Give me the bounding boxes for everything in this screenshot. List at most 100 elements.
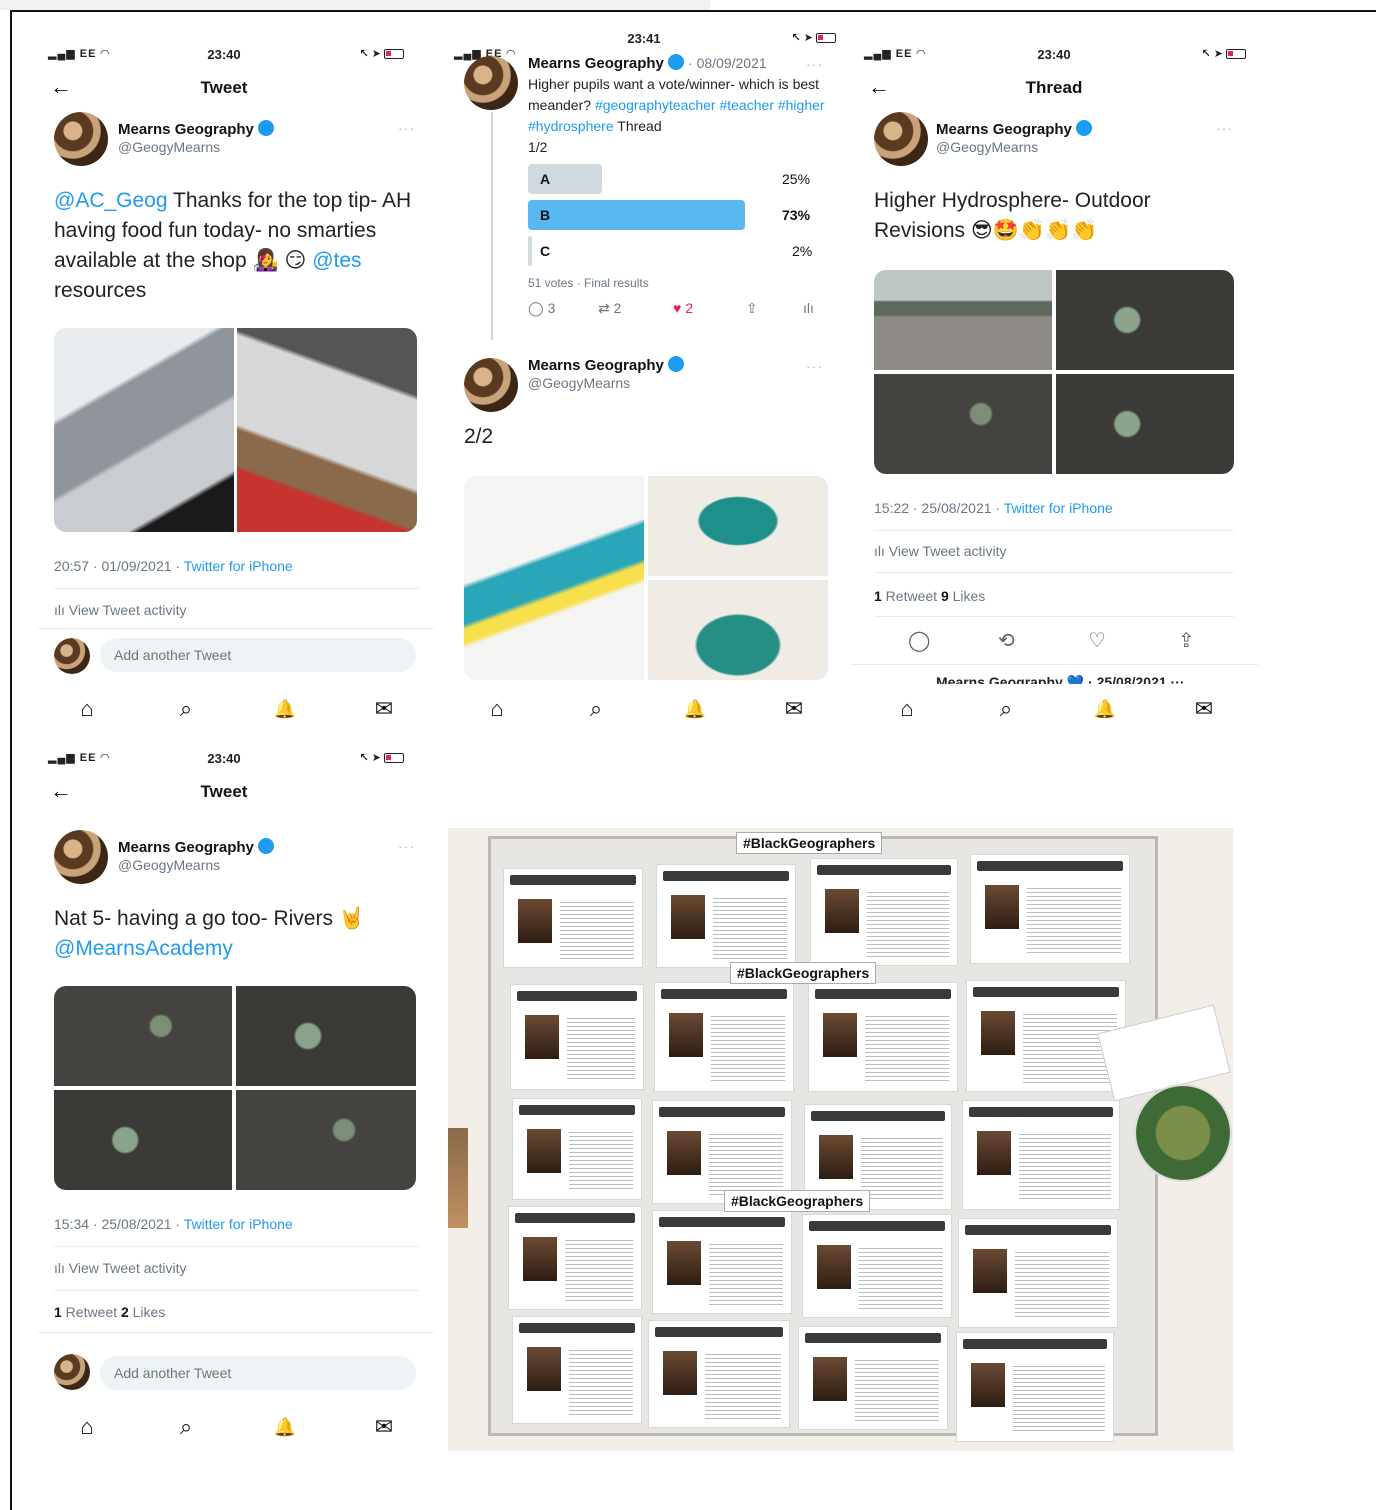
more-options-icon[interactable]: ···: [1216, 120, 1233, 136]
tweet-body-tail: resources: [54, 279, 147, 302]
share-icon[interactable]: ⇪: [1178, 628, 1195, 653]
avatar[interactable]: [54, 112, 108, 166]
source-link[interactable]: Twitter for iPhone: [1004, 500, 1113, 516]
engagement-counts[interactable]: 1 Retweet 9 Likes: [874, 588, 985, 604]
view-activity-link[interactable]: ılı View Tweet activity: [874, 543, 1007, 559]
author-handle[interactable]: @GeogyMearns: [118, 139, 220, 155]
board-hashtag-label: #BlackGeographers: [730, 962, 877, 984]
search-icon[interactable]: ⌕: [171, 1412, 201, 1442]
mention-link[interactable]: @AC_Geog: [54, 189, 168, 212]
mention-link[interactable]: @MearnsAcademy: [54, 937, 233, 960]
poll-option-a: A: [528, 164, 602, 194]
verified-badge-icon: [257, 838, 274, 854]
clock: 23:40: [1037, 47, 1071, 62]
bell-icon[interactable]: 🔔: [270, 1412, 300, 1442]
tweet-body: Nat 5- having a go too- Rivers 🤘: [54, 907, 365, 930]
reply-icon[interactable]: ◯ 3: [528, 300, 555, 317]
author-name[interactable]: Mearns Geography: [528, 356, 684, 374]
mention-link[interactable]: @tes: [312, 249, 361, 272]
poster: [970, 854, 1130, 964]
battery-icon: ↖ ➤: [791, 31, 836, 44]
author-name[interactable]: Mearns Geography · 08/09/2021: [528, 54, 767, 72]
tweet-photo-chalk-3[interactable]: [1056, 374, 1234, 474]
home-icon[interactable]: ⌂: [482, 694, 512, 724]
round-badge: [1134, 1084, 1232, 1182]
search-icon[interactable]: ⌕: [581, 694, 611, 724]
home-icon[interactable]: ⌂: [72, 694, 102, 724]
bottom-tab-bar: ⌂ ⌕ 🔔 ✉: [850, 688, 1258, 728]
more-options-icon[interactable]: ···: [398, 838, 415, 854]
verified-badge-icon: [257, 120, 274, 136]
avatar[interactable]: [874, 112, 928, 166]
tweet-photo-laptop[interactable]: [54, 328, 234, 532]
analytics-icon[interactable]: ılı: [803, 300, 814, 316]
avatar-small: [54, 1354, 90, 1390]
bottom-tab-bar: ⌂ ⌕ 🔔 ✉: [440, 688, 848, 728]
home-icon[interactable]: ⌂: [892, 694, 922, 724]
author-handle[interactable]: @GeogyMearns: [528, 375, 630, 391]
bell-icon[interactable]: 🔔: [1090, 694, 1120, 724]
poll-pct-b: 73%: [782, 207, 811, 223]
top-nav: ← Thread: [850, 72, 1258, 106]
board-hashtag-label: #BlackGeographers: [724, 1190, 871, 1212]
tweet-photo-desk[interactable]: [237, 328, 417, 532]
add-tweet-input[interactable]: Add another Tweet: [100, 638, 416, 672]
top-gray-strip: [0, 0, 710, 10]
page-title: Tweet: [200, 78, 248, 97]
share-icon[interactable]: ⇪: [746, 300, 758, 317]
poll-option-b: B: [528, 200, 745, 230]
search-icon[interactable]: ⌕: [991, 694, 1021, 724]
avatar[interactable]: [464, 56, 518, 110]
mail-icon[interactable]: ✉: [369, 694, 399, 724]
author-name[interactable]: Mearns Geography: [936, 120, 1092, 138]
tweet-photo-meander-top[interactable]: [648, 476, 828, 576]
tweet-photo-chalk-c[interactable]: [236, 1090, 416, 1190]
bottom-tab-bar: ⌂ ⌕ 🔔 ✉: [14, 1406, 434, 1446]
phone-screen-poll: ▂▄▆ EE ◠ 23:41 ↖ ➤ Mearns Geography · 08…: [440, 14, 848, 734]
poster: [508, 1206, 642, 1310]
mail-icon[interactable]: ✉: [779, 694, 809, 724]
retweet-icon[interactable]: ⇄ 2: [598, 300, 621, 317]
author-handle[interactable]: @GeogyMearns: [936, 139, 1038, 155]
view-activity-link[interactable]: ılı View Tweet activity: [54, 1260, 187, 1276]
poster: [802, 1214, 952, 1318]
tweet-text: Higher pupils want a vote/winner- which …: [528, 74, 833, 158]
avatar[interactable]: [54, 830, 108, 884]
poll-pct-a: 25%: [782, 171, 811, 187]
divider: [850, 664, 1258, 665]
author-name[interactable]: Mearns Geography: [118, 120, 274, 138]
view-activity-link[interactable]: ılı View Tweet activity: [54, 602, 187, 618]
bell-icon[interactable]: 🔔: [270, 694, 300, 724]
tweet-photo-meander-bottom[interactable]: [648, 580, 828, 680]
next-tweet-preview[interactable]: Mearns Geography 💙 · 25/08/2021 ···: [936, 674, 1185, 684]
author-name[interactable]: Mearns Geography: [118, 838, 274, 856]
tweet-photo-chalk-1[interactable]: [1056, 270, 1234, 370]
reply-icon[interactable]: ◯: [908, 628, 930, 653]
tweet-photo-chalk-a[interactable]: [236, 986, 416, 1086]
divider: [38, 628, 434, 629]
avatar[interactable]: [464, 358, 518, 412]
tweet-photo-students[interactable]: [874, 270, 1052, 370]
mail-icon[interactable]: ✉: [1189, 694, 1219, 724]
add-tweet-input[interactable]: Add another Tweet: [100, 1356, 416, 1390]
source-link[interactable]: Twitter for iPhone: [184, 558, 293, 574]
more-options-icon[interactable]: ···: [806, 358, 823, 374]
like-icon[interactable]: ♥ 2: [673, 300, 693, 316]
search-icon[interactable]: ⌕: [171, 694, 201, 724]
author-handle[interactable]: @GeogyMearns: [118, 857, 220, 873]
more-options-icon[interactable]: ···: [398, 120, 415, 136]
source-link[interactable]: Twitter for iPhone: [184, 1216, 293, 1232]
retweet-icon[interactable]: ⟲: [998, 628, 1015, 653]
tweet-photo-river-map[interactable]: [464, 476, 644, 680]
engagement-counts[interactable]: 1 Retweet 2 Likes: [54, 1304, 165, 1320]
home-icon[interactable]: ⌂: [72, 1412, 102, 1442]
bell-icon[interactable]: 🔔: [680, 694, 710, 724]
mail-icon[interactable]: ✉: [369, 1412, 399, 1442]
more-options-icon[interactable]: ···: [806, 56, 823, 72]
tweet-photo-chalk-2[interactable]: [874, 374, 1052, 474]
status-bar: ▂▄▆ EE ◠ 23:40 ↖ ➤: [14, 44, 434, 64]
like-icon[interactable]: ♡: [1088, 628, 1106, 653]
tweet-photo-chalk-b[interactable]: [54, 1090, 232, 1190]
page-title: Tweet: [200, 782, 248, 801]
tweet-photo-drainage-basin[interactable]: [54, 986, 232, 1086]
